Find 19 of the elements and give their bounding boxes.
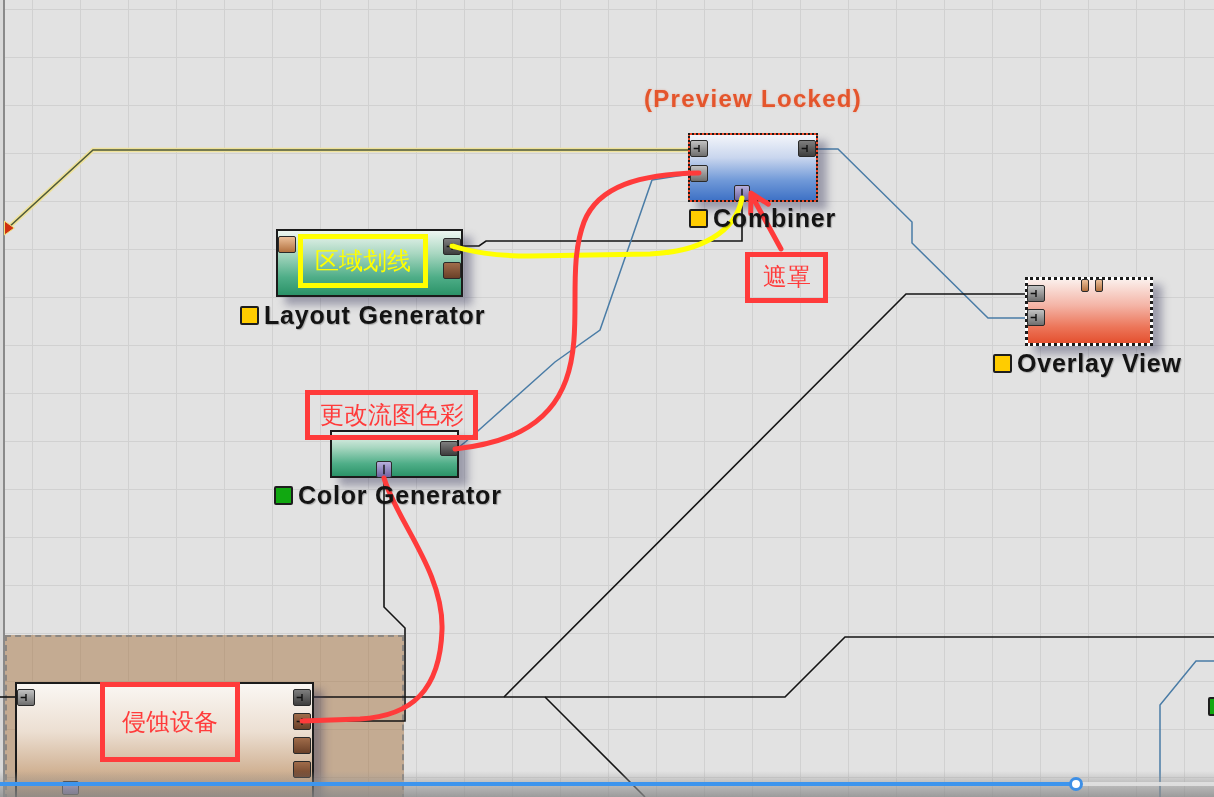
port-icon[interactable] bbox=[376, 461, 392, 478]
progress-thumb[interactable] bbox=[1068, 777, 1083, 791]
connection-wire bbox=[0, 696, 18, 698]
port-icon[interactable] bbox=[1081, 279, 1089, 292]
port-icon[interactable] bbox=[278, 236, 296, 253]
node-status-label: (Preview Locked) bbox=[643, 86, 863, 112]
annotation-callout: 遮罩 bbox=[745, 252, 828, 303]
graph-node[interactable] bbox=[1025, 277, 1153, 346]
node-label: Layout Generator bbox=[264, 303, 486, 328]
annotation-callout: 侵蚀设备 bbox=[100, 682, 240, 762]
annotation-callout: 区域划线 bbox=[298, 234, 428, 288]
port-icon[interactable] bbox=[1095, 279, 1103, 292]
port-icon[interactable] bbox=[690, 140, 708, 157]
node-label: Overlay View bbox=[1017, 351, 1182, 376]
port-icon[interactable] bbox=[1027, 285, 1045, 302]
triangle-marker-icon bbox=[4, 220, 15, 236]
annotation-callout: 更改流图色彩 bbox=[305, 390, 478, 440]
port-icon[interactable] bbox=[17, 689, 35, 706]
port-icon[interactable] bbox=[1027, 309, 1045, 326]
